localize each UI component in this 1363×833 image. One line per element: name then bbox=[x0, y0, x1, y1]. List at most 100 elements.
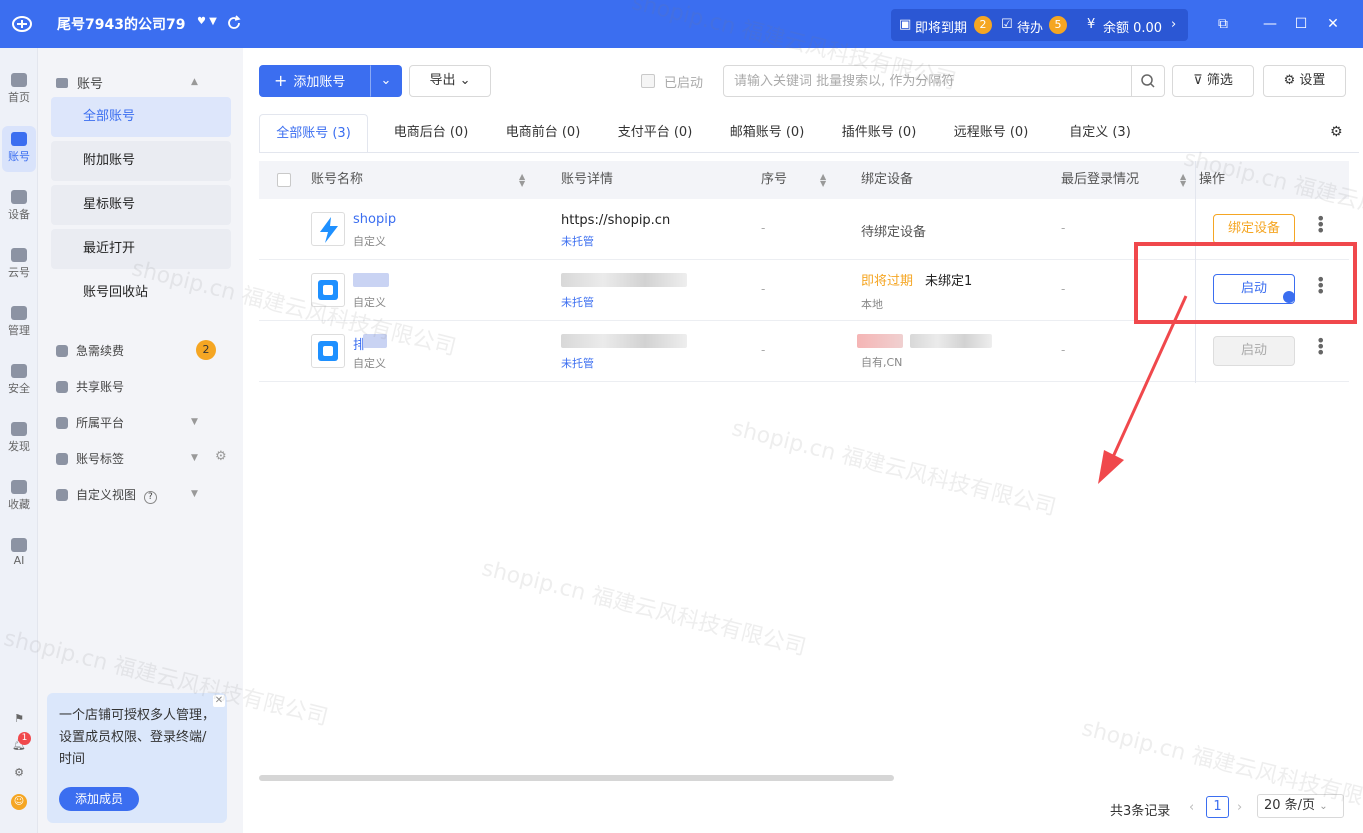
account-name[interactable]: shopip bbox=[353, 212, 396, 227]
tab-settings-gear-icon[interactable]: ⚙ bbox=[1330, 124, 1343, 140]
rail-security[interactable]: 安全 bbox=[0, 364, 38, 396]
close-icon[interactable]: ✕ bbox=[1323, 14, 1343, 34]
sidebar-group-renewal[interactable]: 急需续费 bbox=[56, 342, 124, 359]
rail-label: 安全 bbox=[8, 382, 30, 395]
tab-ecom-backend[interactable]: 电商后台 (0) bbox=[381, 114, 481, 152]
gear-icon[interactable]: ⚙ bbox=[0, 766, 38, 779]
tab-payment[interactable]: 支付平台 (0) bbox=[605, 114, 705, 152]
tab-remote[interactable]: 远程账号 (0) bbox=[941, 114, 1041, 152]
chevron-down-icon[interactable]: ▼ bbox=[191, 453, 198, 463]
expiring-label[interactable]: 即将到期 bbox=[915, 17, 967, 36]
rail-favorites[interactable]: 收藏 bbox=[0, 480, 38, 512]
rail-label: AI bbox=[13, 554, 25, 567]
sidebar-item-recent[interactable]: 最近打开 bbox=[51, 229, 231, 269]
sort-icon[interactable]: ▲ ▼ bbox=[820, 173, 826, 188]
sidebar-item-starred[interactable]: 星标账号 bbox=[51, 185, 231, 225]
company-dropdown-icon[interactable]: ♥ ▼ bbox=[197, 16, 217, 27]
refresh-icon[interactable] bbox=[225, 14, 243, 32]
tab-plugin[interactable]: 插件账号 (0) bbox=[829, 114, 929, 152]
minimize-icon[interactable]: — bbox=[1260, 14, 1280, 34]
settings-label: 设置 bbox=[1299, 73, 1326, 88]
sidebar-section-accounts[interactable]: 账号 bbox=[56, 73, 103, 92]
status-group: ▣ 即将到期 2 ☑ 待办 5 ¥ 余额 0.00 › bbox=[891, 9, 1188, 41]
chevron-up-icon[interactable]: ▲ bbox=[191, 77, 198, 87]
sidebar-item-attached[interactable]: 附加账号 bbox=[51, 141, 231, 181]
prev-page-icon[interactable]: ‹ bbox=[1189, 800, 1194, 815]
rail-home[interactable]: 首页 bbox=[0, 73, 38, 105]
more-icon[interactable]: • • • bbox=[1316, 333, 1325, 361]
page-number[interactable]: 1 bbox=[1206, 796, 1229, 818]
rail-devices[interactable]: 设备 bbox=[0, 190, 38, 222]
tab-email[interactable]: 邮箱账号 (0) bbox=[717, 114, 817, 152]
sidebar-item-recycle[interactable]: 账号回收站 bbox=[51, 273, 231, 313]
blurred-device bbox=[910, 334, 992, 348]
settings-button[interactable]: ⚙ 设置 bbox=[1263, 65, 1346, 97]
horizontal-scrollbar[interactable] bbox=[259, 775, 894, 781]
help-icon[interactable]: ? bbox=[143, 491, 157, 504]
tab-custom[interactable]: 自定义 (3) bbox=[1053, 114, 1147, 152]
hosting-status[interactable]: 未托管 bbox=[561, 294, 594, 310]
chevron-down-icon[interactable]: ▼ bbox=[191, 417, 198, 427]
account-type: 自定义 bbox=[353, 357, 386, 370]
col-last-login[interactable]: 最后登录情况 bbox=[1061, 161, 1139, 199]
close-icon[interactable]: ✕ bbox=[213, 695, 225, 707]
group-label: 所属平台 bbox=[76, 416, 125, 430]
start-button-disabled[interactable]: 启动 bbox=[1213, 336, 1295, 366]
sidebar-group-shared[interactable]: 共享账号 bbox=[56, 378, 124, 395]
page-size-label: 20 条/页 bbox=[1264, 798, 1316, 813]
more-icon[interactable]: • • • bbox=[1316, 211, 1325, 239]
col-account-name[interactable]: 账号名称 bbox=[311, 161, 363, 199]
sidebar-group-tags[interactable]: 账号标签 bbox=[56, 450, 124, 467]
add-account-label: 添加账号 bbox=[293, 75, 346, 90]
sidebar-group-platform[interactable]: 所属平台 bbox=[56, 414, 124, 431]
title-bar: 尾号7943的公司79 ♥ ▼ ▣ 即将到期 2 ☑ 待办 5 ¥ 余额 0.0… bbox=[0, 0, 1363, 48]
maximize-icon[interactable]: ☐ bbox=[1291, 14, 1311, 34]
sidebar-group-custom-view[interactable]: 自定义视图 ? bbox=[56, 486, 157, 504]
filter-button[interactable]: ⊽ 筛选 bbox=[1172, 65, 1254, 97]
notification-badge: 1 bbox=[18, 732, 31, 745]
sort-icon[interactable]: ▲ ▼ bbox=[519, 173, 525, 188]
bell-icon[interactable]: 🔔︎ 1 bbox=[0, 732, 38, 751]
expiring-badge: 2 bbox=[974, 16, 992, 34]
seq-value: - bbox=[761, 221, 766, 235]
store-icon bbox=[11, 132, 27, 146]
chevron-right-icon[interactable]: › bbox=[1171, 17, 1176, 32]
add-account-dropdown[interactable]: ⌄ bbox=[370, 65, 402, 97]
add-member-button[interactable]: 添加成员 bbox=[59, 787, 139, 811]
select-all-checkbox[interactable] bbox=[277, 173, 291, 187]
todo-label[interactable]: 待办 bbox=[1017, 17, 1043, 36]
last-login: - bbox=[1061, 282, 1066, 296]
rail-discover[interactable]: 发现 bbox=[0, 422, 38, 454]
add-account-button[interactable]: + 添加账号 bbox=[259, 65, 370, 97]
pip-icon[interactable]: ⧉ bbox=[1213, 14, 1233, 34]
hosting-status[interactable]: 未托管 bbox=[561, 233, 594, 249]
tab-all[interactable]: 全部账号 (3) bbox=[259, 114, 368, 152]
support-icon[interactable]: ☺ bbox=[0, 794, 38, 810]
company-name[interactable]: 尾号7943的公司79 bbox=[57, 14, 185, 34]
sidebar-item-all[interactable]: 全部账号 bbox=[51, 97, 231, 137]
hosting-status[interactable]: 未托管 bbox=[561, 355, 594, 371]
chevron-down-icon[interactable]: ▼ bbox=[191, 489, 198, 499]
balance-label[interactable]: 余额 0.00 bbox=[1103, 17, 1162, 36]
rail-label: 账号 bbox=[8, 150, 30, 163]
bind-device-button[interactable]: 绑定设备 bbox=[1213, 214, 1295, 244]
tab-ecom-frontend[interactable]: 电商前台 (0) bbox=[493, 114, 593, 152]
view-icon bbox=[56, 489, 68, 501]
next-page-icon[interactable]: › bbox=[1237, 800, 1242, 815]
rail-accounts[interactable]: 账号 bbox=[0, 132, 38, 164]
col-seq[interactable]: 序号 bbox=[761, 161, 787, 199]
rail-manage[interactable]: 管理 bbox=[0, 306, 38, 338]
settings-icon[interactable]: ⚙ bbox=[215, 449, 227, 464]
sort-icon[interactable]: ▲ ▼ bbox=[1180, 173, 1186, 188]
search-input[interactable] bbox=[723, 65, 1165, 97]
blurred-detail bbox=[561, 273, 687, 287]
export-button[interactable]: 导出 ⌄ bbox=[409, 65, 491, 97]
launched-checkbox[interactable] bbox=[641, 74, 655, 88]
rail-cloud[interactable]: 云号 bbox=[0, 248, 38, 280]
page-size-select[interactable]: 20 条/页 ⌄ bbox=[1257, 794, 1344, 818]
search-icon[interactable] bbox=[1131, 66, 1164, 96]
signpost-icon[interactable]: ⚑ bbox=[0, 712, 38, 725]
col-account-detail: 账号详情 bbox=[561, 172, 614, 187]
rail-ai[interactable]: AI bbox=[0, 538, 38, 567]
chevron-down-icon: ⌄ bbox=[380, 73, 392, 88]
